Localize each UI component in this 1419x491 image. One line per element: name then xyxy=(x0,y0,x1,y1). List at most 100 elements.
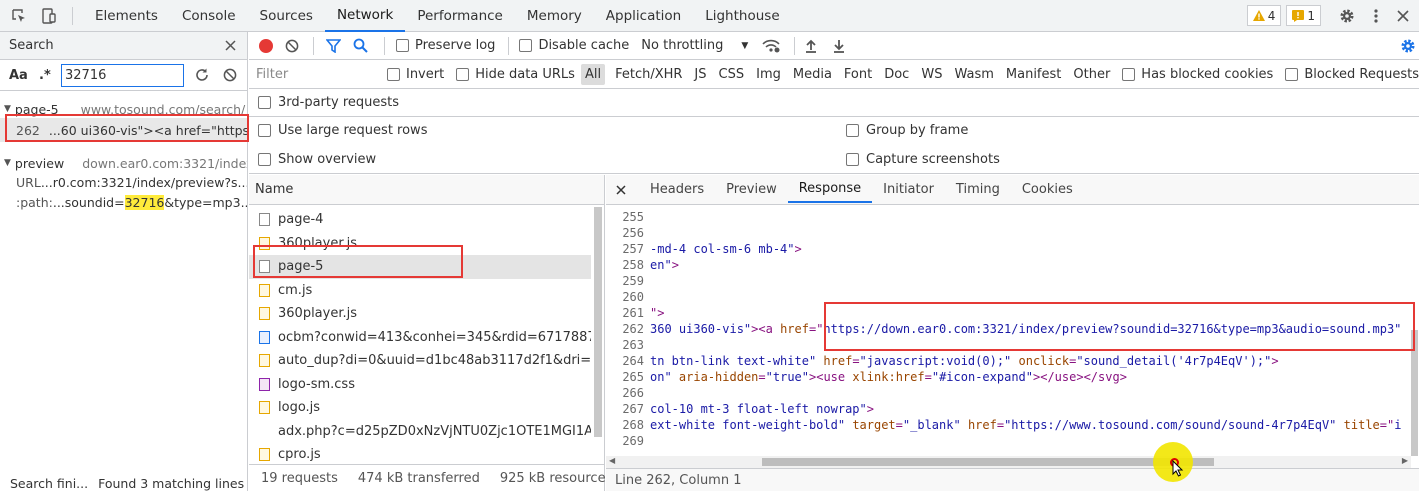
tab-response[interactable]: Response xyxy=(787,176,873,203)
tab-timing[interactable]: Timing xyxy=(945,176,1011,203)
search-result-file[interactable]: ▼ preview down.ear0.com:3321/index... xyxy=(0,154,247,172)
clear-log-icon[interactable] xyxy=(285,39,299,53)
capture-screenshots-checkbox[interactable] xyxy=(846,153,859,166)
hide-data-urls-checkbox[interactable] xyxy=(456,67,470,81)
tab-memory[interactable]: Memory xyxy=(515,0,594,32)
type-filter-js[interactable]: JS xyxy=(694,67,706,82)
script-icon xyxy=(259,307,270,321)
disable-cache-checkbox[interactable] xyxy=(519,39,533,52)
code-token: ><a xyxy=(751,322,781,336)
refresh-icon[interactable] xyxy=(187,61,217,89)
request-row[interactable]: logo.js xyxy=(249,396,591,420)
request-row[interactable]: auto_dup?di=0&uuid=d1bc48ab3117d2f1&dri=… xyxy=(249,349,591,373)
code-line: 262 360 ui360-vis"><a href="https://down.… xyxy=(606,321,1411,337)
filter-icon[interactable] xyxy=(326,38,341,53)
settings-gear-icon[interactable] xyxy=(1335,0,1359,32)
type-filter-fetch-xhr[interactable]: Fetch/XHR xyxy=(615,67,682,82)
type-filter-other[interactable]: Other xyxy=(1073,67,1110,82)
tab-network[interactable]: Network xyxy=(324,0,406,32)
request-row[interactable]: adx.php?c=d25pZD0xNzVjNTU0Zjc1OTE1MGI1AH… xyxy=(249,420,591,444)
type-filter-ws[interactable]: WS xyxy=(921,67,942,82)
search-input[interactable]: 32716 xyxy=(61,63,184,87)
search-highlight: 32716 xyxy=(124,194,165,210)
network-conditions-icon[interactable] xyxy=(762,39,780,53)
preserve-log-checkbox[interactable] xyxy=(396,39,409,52)
tab-application[interactable]: Application xyxy=(594,0,693,32)
warnings-badge[interactable]: 4 xyxy=(1246,5,1282,26)
request-row[interactable]: 360player.js xyxy=(249,232,591,256)
name-column-header[interactable]: Name xyxy=(249,175,604,205)
invert-checkbox[interactable] xyxy=(386,67,400,81)
capture-screenshots-label: Capture screenshots xyxy=(866,152,1000,167)
request-row[interactable]: 360player.js xyxy=(249,302,591,326)
errors-badge[interactable]: 1 xyxy=(1286,5,1321,26)
code-text: col-10 mt-3 float-left nowrap"> xyxy=(648,401,874,417)
type-filter-manifest[interactable]: Manifest xyxy=(1006,67,1061,82)
has-blocked-cookies-checkbox[interactable] xyxy=(1122,67,1136,81)
show-overview-checkbox[interactable] xyxy=(258,153,271,166)
request-row[interactable]: ocbm?conwid=413&conhei=345&rdid=6717887&… xyxy=(249,326,591,350)
device-toolbar-icon[interactable] xyxy=(34,0,64,32)
code-horizontal-scrollbar[interactable]: ◀ ▶ xyxy=(606,456,1411,468)
type-filter-img[interactable]: Img xyxy=(756,67,781,82)
scroll-right-arrow-icon[interactable]: ▶ xyxy=(1402,456,1408,465)
request-row[interactable]: cpro.js xyxy=(249,443,591,467)
tab-console[interactable]: Console xyxy=(170,0,248,32)
code-vertical-scrollbar[interactable] xyxy=(1411,330,1418,456)
response-code-view[interactable]: 255 256 257 -md-4 col-sm-6 mb-4"> 258 en"> 259… xyxy=(606,209,1411,454)
stylesheet-icon xyxy=(259,377,270,391)
third-party-checkbox[interactable] xyxy=(258,96,271,109)
tab-elements[interactable]: Elements xyxy=(83,0,170,32)
search-result-line[interactable]: URL ...r0.com:3321/index/preview?s... xyxy=(0,172,247,192)
tab-performance[interactable]: Performance xyxy=(405,0,515,32)
request-name: logo.js xyxy=(278,400,321,416)
group-by-frame-checkbox[interactable] xyxy=(846,124,859,137)
close-devtools-icon[interactable] xyxy=(1391,0,1415,32)
document-icon xyxy=(259,260,270,274)
regex-toggle[interactable]: .* xyxy=(39,68,61,83)
match-case-toggle[interactable]: Aa xyxy=(9,68,39,83)
scroll-left-arrow-icon[interactable]: ◀ xyxy=(609,456,615,465)
close-search-icon[interactable] xyxy=(217,32,243,60)
record-button[interactable] xyxy=(259,38,273,53)
type-filter-doc[interactable]: Doc xyxy=(884,67,909,82)
tab-lighthouse[interactable]: Lighthouse xyxy=(693,0,791,32)
line-number: 264 xyxy=(622,354,644,368)
type-filter-font[interactable]: Font xyxy=(844,67,872,82)
clear-icon[interactable] xyxy=(217,61,243,89)
scrollbar-thumb[interactable] xyxy=(762,458,1214,466)
type-filter-all[interactable]: All xyxy=(580,63,606,85)
search-panel: Search Aa .* 32716 ▼ page-5 www.tosound.… xyxy=(0,32,248,491)
request-row[interactable]: cm.js xyxy=(249,279,591,303)
close-detail-icon[interactable] xyxy=(612,184,630,195)
request-row[interactable]: logo-sm.css xyxy=(249,373,591,397)
more-options-icon[interactable] xyxy=(1365,0,1387,32)
blocked-requests-checkbox[interactable] xyxy=(1285,67,1299,81)
type-filter-media[interactable]: Media xyxy=(793,67,832,82)
script-icon xyxy=(259,401,270,415)
network-settings-gear-icon[interactable] xyxy=(1400,38,1416,54)
upload-har-icon[interactable] xyxy=(805,39,817,53)
request-name: ocbm?conwid=413&conhei=345&rdid=6717887&… xyxy=(278,329,591,345)
filter-input[interactable]: Filter xyxy=(251,64,375,84)
tab-cookies[interactable]: Cookies xyxy=(1011,176,1084,203)
type-filter-wasm[interactable]: Wasm xyxy=(954,67,993,82)
type-filter-css[interactable]: CSS xyxy=(719,67,745,82)
search-icon[interactable] xyxy=(353,38,368,53)
download-har-icon[interactable] xyxy=(833,39,845,53)
large-rows-checkbox[interactable] xyxy=(258,124,271,137)
request-list-scrollbar[interactable] xyxy=(594,207,602,437)
tab-preview[interactable]: Preview xyxy=(715,176,788,203)
tab-initiator[interactable]: Initiator xyxy=(872,176,945,203)
request-row[interactable]: page-4 xyxy=(249,208,591,232)
tab-headers[interactable]: Headers xyxy=(639,176,715,203)
inspect-element-icon[interactable] xyxy=(4,0,34,32)
throttling-select[interactable]: No throttling ▼ xyxy=(641,38,748,53)
search-status-left: Search fini... xyxy=(10,475,89,491)
search-result-line[interactable]: :path: ...soundid= 32716 &type=mp3... xyxy=(0,192,247,212)
search-result-file[interactable]: ▼ page-5 www.tosound.com/search/ xyxy=(0,100,247,118)
request-row-selected[interactable]: page-5 xyxy=(249,255,591,279)
tab-sources[interactable]: Sources xyxy=(248,0,325,32)
search-result-line[interactable]: 262 ...60 ui360-vis"><a href="https:... xyxy=(0,118,247,142)
